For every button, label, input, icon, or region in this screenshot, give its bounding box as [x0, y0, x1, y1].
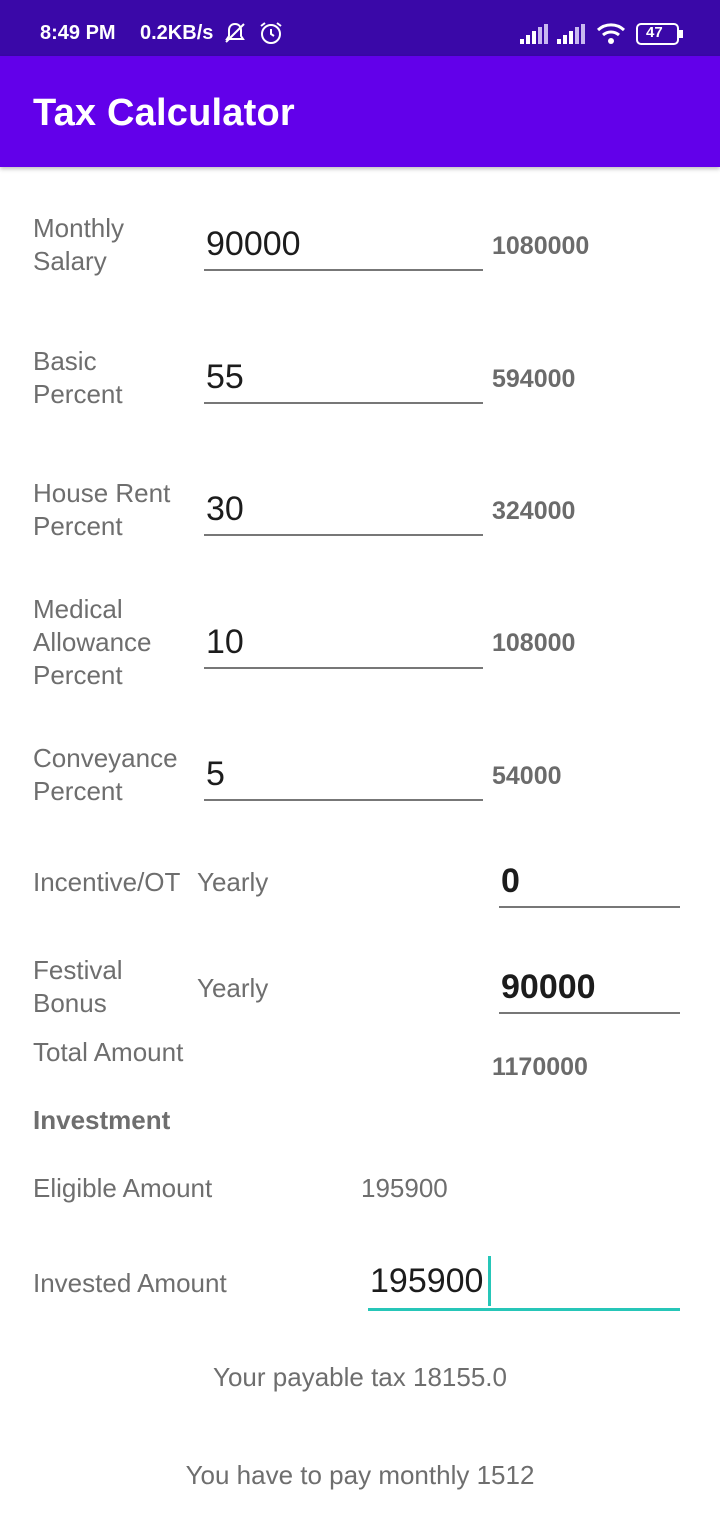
signal-icon	[557, 24, 587, 49]
invested-amount-label: Invested Amount	[33, 1268, 227, 1298]
invested-amount-input[interactable]: 195900	[368, 1256, 680, 1312]
festival-bonus-input[interactable]: 90000	[499, 962, 680, 1016]
wifi-icon	[596, 22, 626, 49]
incentive-label: Incentive/OT	[33, 867, 181, 897]
total-amount-label: Total Amount	[33, 1037, 184, 1067]
monthly-salary-input[interactable]: 90000	[204, 220, 483, 272]
medical-allowance-percent-input[interactable]: 10	[204, 618, 483, 670]
conveyance-percent-input[interactable]: 5	[204, 750, 483, 802]
basic-percent-label: Basic Percent	[33, 346, 123, 409]
eligible-amount-label: Eligible Amount	[33, 1173, 213, 1203]
monthly-payment-text: You have to pay monthly 1512	[185, 1460, 535, 1490]
total-amount-value: 1170000	[492, 1053, 588, 1081]
basic-percent-input[interactable]: 55	[204, 353, 483, 405]
festival-bonus-label: Festival Bonus	[33, 955, 123, 1018]
app-bar: Tax Calculator	[0, 56, 720, 167]
incentive-period-label: Yearly	[197, 867, 269, 897]
battery-icon: 47	[636, 23, 684, 50]
house-rent-percent-input[interactable]: 30	[204, 485, 483, 537]
basic-amount-value: 594000	[492, 365, 576, 393]
incentive-input[interactable]: 0	[499, 856, 680, 910]
status-time: 8:49 PM	[40, 22, 116, 44]
payable-tax-text: Your payable tax 18155.0	[213, 1362, 507, 1392]
medical-allowance-amount-value: 108000	[492, 629, 576, 657]
app-title: Tax Calculator	[33, 92, 295, 134]
monthly-salary-label: Monthly Salary	[33, 213, 125, 276]
conveyance-percent-label: Conveyance Percent	[33, 743, 178, 806]
conveyance-amount-value: 54000	[492, 762, 562, 790]
battery-level: 47	[646, 24, 663, 41]
medical-allowance-percent-label: Medical Allowance Percent	[33, 594, 152, 690]
yearly-salary-value: 1080000	[492, 232, 590, 260]
festival-period-label: Yearly	[197, 973, 269, 1003]
investment-heading: Investment	[33, 1105, 171, 1135]
house-rent-amount-value: 324000	[492, 497, 576, 525]
signal-icon	[520, 24, 550, 49]
status-network-speed: 0.2KB/s	[140, 22, 214, 44]
mute-notifications-icon	[222, 20, 248, 51]
status-bar: 8:49 PM 0.2KB/s 47	[0, 0, 720, 56]
eligible-amount-value: 195900	[361, 1173, 448, 1203]
text-cursor	[488, 1256, 491, 1306]
alarm-icon	[258, 20, 284, 51]
house-rent-percent-label: House Rent Percent	[33, 478, 171, 541]
